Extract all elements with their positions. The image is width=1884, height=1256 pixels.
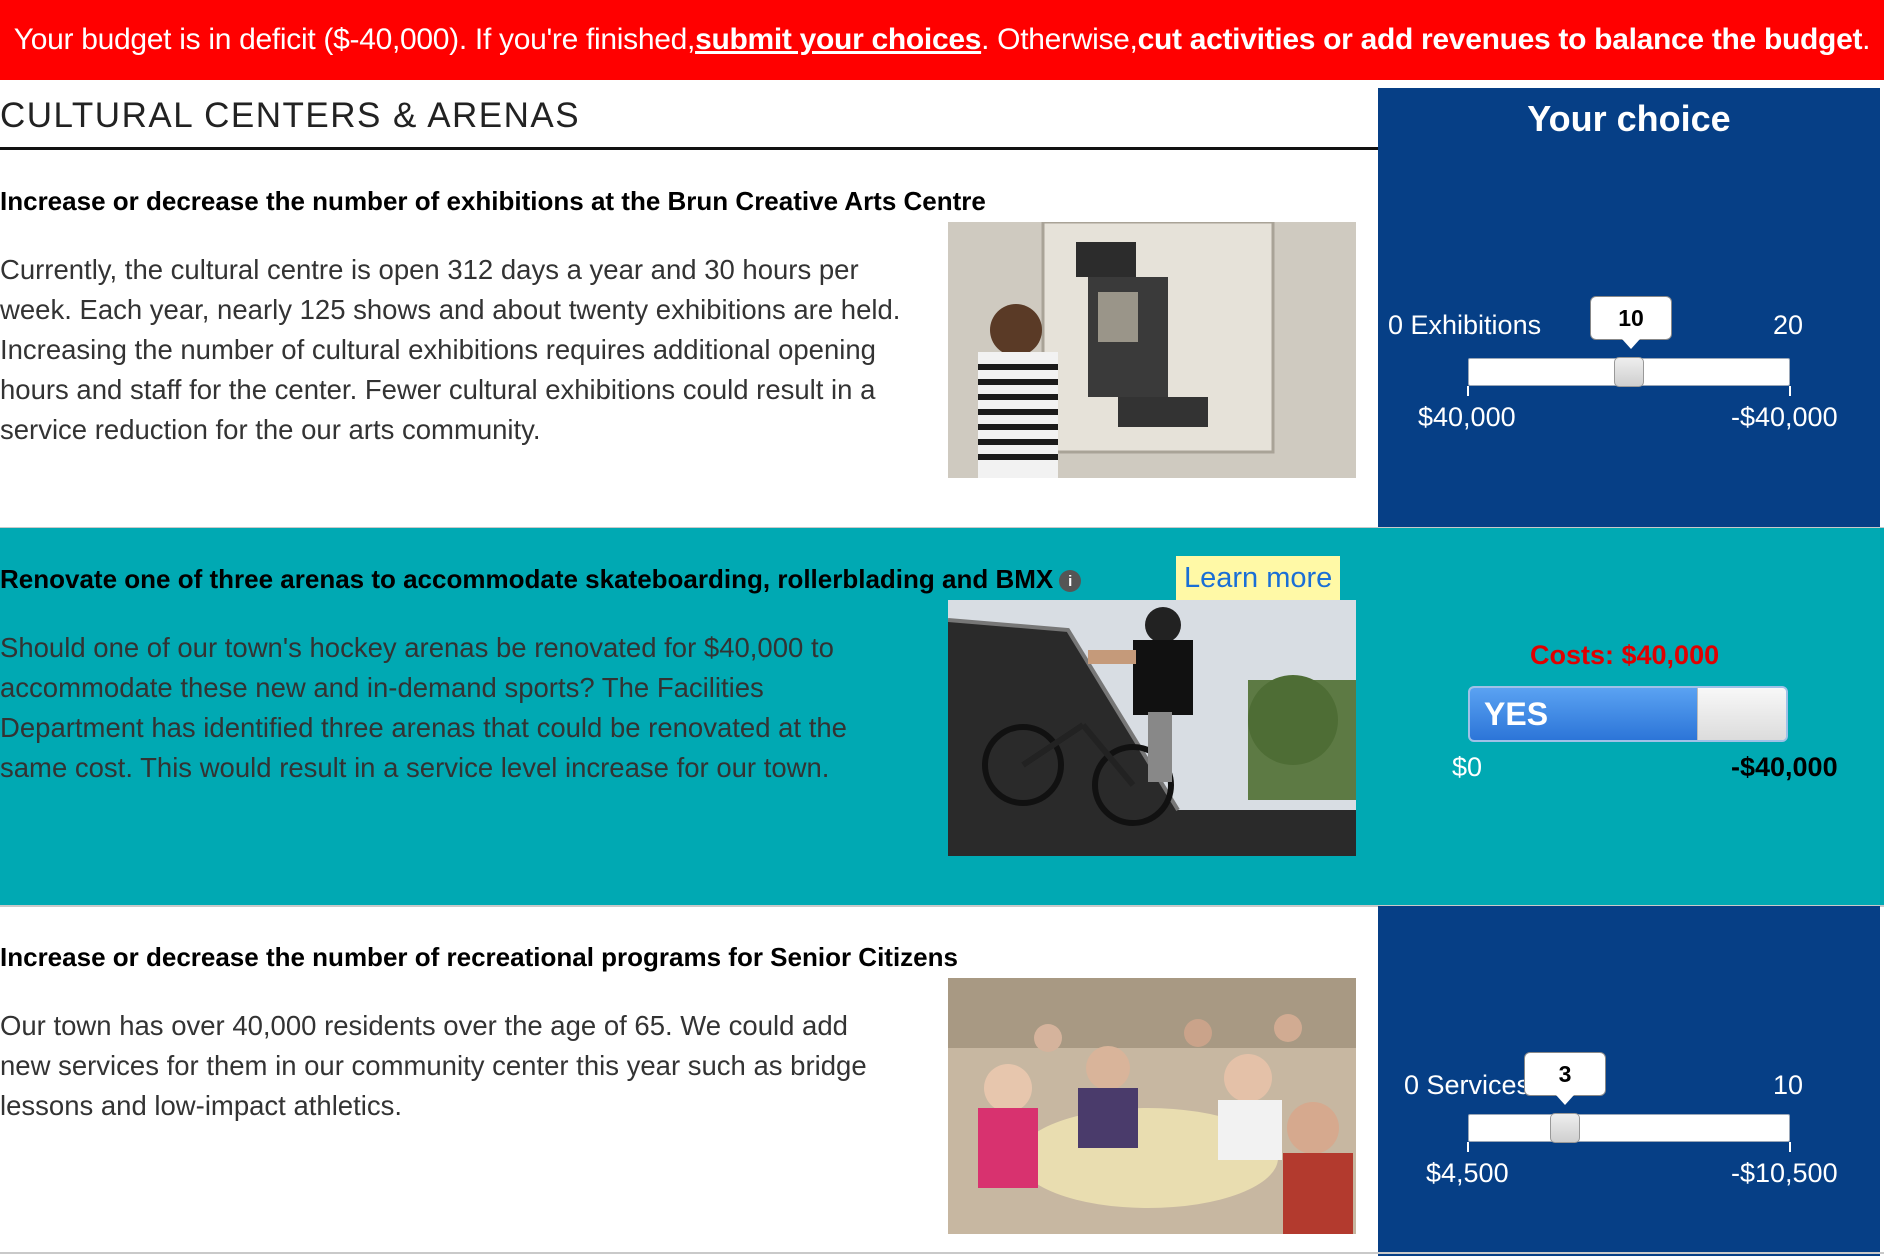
toggle-yes-label: YES: [1470, 688, 1698, 740]
banner-middle: . Otherwise,: [981, 23, 1138, 56]
slider-tick-min: [1467, 1142, 1469, 1152]
slider-max-label: 10: [1773, 1070, 1804, 1100]
slider-min-label: 0 Exhibitions: [1388, 310, 1542, 340]
slider-tick-min: [1467, 386, 1469, 396]
item-title: Increase or decrease the number of exhib…: [0, 186, 986, 216]
item-title-text: Renovate one of three arenas to accommod…: [0, 564, 1054, 594]
item-description: Our town has over 40,000 residents over …: [0, 1010, 867, 1121]
item-description: Currently, the cultural centre is open 3…: [0, 254, 901, 445]
senior-services-slider-track[interactable]: [1468, 1114, 1790, 1142]
seniors-photo: [948, 978, 1356, 1234]
exhibition-photo: [948, 222, 1356, 478]
budget-deficit-banner: Your budget is in deficit ($-40,000). If…: [0, 0, 1884, 80]
slider-value-tooltip: 3: [1524, 1052, 1606, 1105]
submit-choices-link[interactable]: submit your choices: [695, 23, 981, 57]
banner-suffix: .: [1862, 23, 1871, 56]
learn-more-link[interactable]: Learn more: [1176, 556, 1341, 601]
item-title: Increase or decrease the number of recre…: [0, 942, 958, 972]
costs-label: Costs: $40,000: [1530, 640, 1720, 670]
toggle-knob[interactable]: [1697, 688, 1786, 740]
exhibitions-slider-handle[interactable]: [1614, 357, 1644, 387]
toggle-right-amount: -$40,000: [1731, 752, 1838, 782]
slider-right-amount: -$40,000: [1731, 402, 1838, 432]
choice-panel: Costs: $40,000 YES $0 -$40,000: [1378, 528, 1880, 906]
choice-panel: 0 Services 10 3 $4,500 -$10,500: [1378, 906, 1880, 1256]
slider-value-tooltip: 10: [1590, 296, 1672, 349]
toggle-left-amount: $0: [1452, 752, 1483, 782]
choice-panel: 0 Exhibitions 20 10 $40,000 -$40,000: [1378, 150, 1880, 528]
banner-prefix: Your budget is in deficit ($-40,000). If…: [13, 23, 696, 56]
budget-item-exhibitions: Increase or decrease the number of exhib…: [0, 150, 1884, 528]
budget-item-arena-renovation: Renovate one of three arenas to accommod…: [0, 528, 1884, 906]
arena-renovation-toggle[interactable]: YES: [1468, 686, 1788, 742]
banner-action: cut activities or add revenues to balanc…: [1137, 23, 1863, 56]
item-description: Should one of our town's hockey arenas b…: [0, 632, 847, 783]
row-divider: [0, 1252, 1884, 1254]
bmx-photo: [948, 600, 1356, 856]
section-title: CULTURAL CENTERS & ARENAS: [0, 96, 581, 135]
slider-left-amount: $4,500: [1426, 1158, 1509, 1188]
slider-right-amount: -$10,500: [1731, 1158, 1838, 1188]
slider-max-label: 20: [1773, 310, 1804, 340]
your-choice-header: Your choice: [1378, 88, 1880, 150]
slider-tick-max: [1789, 1142, 1791, 1152]
slider-left-amount: $40,000: [1418, 402, 1516, 432]
budget-item-senior-programs: Increase or decrease the number of recre…: [0, 906, 1884, 1256]
slider-min-label: 0 Services: [1404, 1070, 1531, 1100]
item-title: Renovate one of three arenas to accommod…: [0, 564, 1082, 595]
senior-services-slider-handle[interactable]: [1550, 1113, 1580, 1143]
info-icon[interactable]: i: [1059, 570, 1082, 593]
slider-tick-max: [1789, 386, 1791, 396]
